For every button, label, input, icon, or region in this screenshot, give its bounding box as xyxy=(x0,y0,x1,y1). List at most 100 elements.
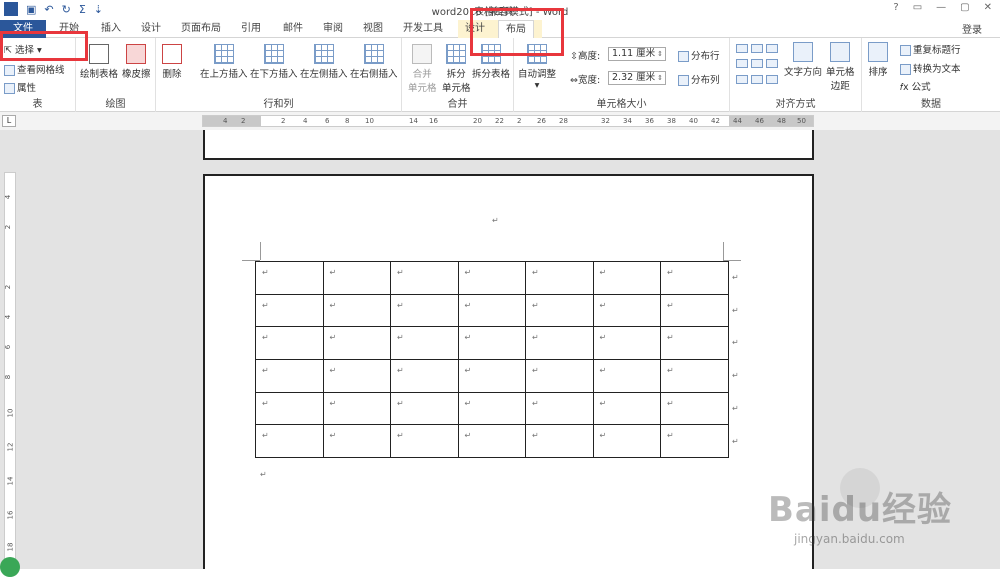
tab-review[interactable]: 审阅 xyxy=(318,20,348,38)
autofit-button[interactable]: 自动调整 ▾ xyxy=(518,44,556,91)
insert-below-button[interactable]: 在下方插入 xyxy=(250,44,298,80)
help-icon[interactable]: ? xyxy=(893,2,898,13)
table-cell[interactable]: ↵ xyxy=(525,261,594,295)
table-cell[interactable]: ↵ xyxy=(457,424,526,459)
table-cell[interactable]: ↵ xyxy=(592,424,661,459)
table-cell[interactable]: ↵ xyxy=(457,359,526,393)
table-cell[interactable]: ↵ xyxy=(322,391,391,426)
draw-table-button[interactable]: 绘制表格 xyxy=(80,44,118,80)
align-middle-left-icon[interactable] xyxy=(736,59,748,69)
align-top-center-icon[interactable] xyxy=(751,44,763,53)
text-direction-button[interactable]: 文字方向 xyxy=(784,42,822,78)
sort-button[interactable]: 排序 xyxy=(868,42,888,78)
split-cells-button[interactable]: 拆分 单元格 xyxy=(442,44,471,94)
spinner-icon[interactable]: ⇕ xyxy=(657,72,663,84)
merge-cells-button[interactable]: 合并 单元格 xyxy=(408,44,437,94)
table-cell[interactable]: ↵ xyxy=(255,424,324,459)
cell-margins-button[interactable]: 单元格 边距 xyxy=(826,42,855,92)
align-top-right-icon[interactable] xyxy=(766,44,778,53)
table-cell[interactable]: ↵ xyxy=(660,424,729,459)
table-cell[interactable]: ↵ xyxy=(390,424,459,459)
table-cell[interactable]: ↵ xyxy=(592,359,661,393)
table-cell[interactable]: ↵ xyxy=(592,391,661,426)
select-button[interactable]: ⇱ 选择 ▾ xyxy=(4,42,42,56)
tab-file[interactable]: 文件 xyxy=(0,20,46,38)
tab-table-layout[interactable]: 布局 xyxy=(498,20,534,38)
table-cell[interactable]: ↵ xyxy=(322,261,391,295)
table-cell[interactable]: ↵ xyxy=(592,326,661,361)
align-top-left-icon[interactable] xyxy=(736,44,748,53)
height-field[interactable]: 1.11 厘米 ⇕ xyxy=(608,47,666,61)
eraser-button[interactable]: 橡皮擦 xyxy=(122,44,151,80)
table-cell[interactable]: ↵ xyxy=(390,293,459,328)
table-cell[interactable]: ↵ xyxy=(525,326,594,361)
tab-mailings[interactable]: 邮件 xyxy=(278,20,308,38)
tab-developer[interactable]: 开发工具 xyxy=(398,20,448,38)
width-field[interactable]: 2.32 厘米 ⇕ xyxy=(608,71,666,85)
align-middle-right-icon[interactable] xyxy=(766,59,778,69)
table-cell[interactable]: ↵ xyxy=(457,261,526,295)
insert-right-button[interactable]: 在右侧插入 xyxy=(350,44,398,80)
table-cell[interactable]: ↵ xyxy=(592,261,661,295)
table-cell[interactable]: ↵ xyxy=(660,359,729,393)
insert-left-button[interactable]: 在左侧插入 xyxy=(300,44,348,80)
document-table[interactable]: ↵ ↵ ↵ ↵ ↵ ↵ ↵ ↵ ↵ ↵ ↵ ↵ ↵ ↵ ↵ ↵ ↵ ↵ ↵ ↵ ↵ ↵ ↵ ↵ ↵ ↵ ↵ ↵ ↵ ↵ ↵ ↵ ↵ ↵ ↵ ↵ ↵ ↵ ↵ ↵… xyxy=(255,261,729,459)
table-cell[interactable]: ↵ xyxy=(255,261,324,295)
table-cell[interactable]: ↵ xyxy=(390,359,459,393)
table-cell[interactable]: ↵ xyxy=(660,391,729,426)
align-bottom-center-icon[interactable] xyxy=(751,74,763,84)
table-cell[interactable]: ↵ xyxy=(660,293,729,328)
table-cell[interactable]: ↵ xyxy=(322,359,391,393)
tab-view[interactable]: 视图 xyxy=(358,20,388,38)
properties-button[interactable]: 属性 xyxy=(4,80,36,94)
distribute-columns-button[interactable]: 分布列 xyxy=(678,72,720,86)
sign-in-link[interactable]: 登录 xyxy=(962,21,982,36)
table-cell[interactable]: ↵ xyxy=(457,293,526,328)
table-cell[interactable]: ↵ xyxy=(255,326,324,361)
table-cell[interactable]: ↵ xyxy=(592,293,661,328)
horizontal-ruler[interactable]: 4 2 2 4 6 8 10 14 16 20 22 2 26 28 32 34… xyxy=(202,115,814,127)
distribute-rows-button[interactable]: 分布行 xyxy=(678,48,720,62)
formula-button[interactable]: 𝑓x 公式 xyxy=(900,79,931,93)
table-cell[interactable]: ↵ xyxy=(322,424,391,459)
table-cell[interactable]: ↵ xyxy=(255,359,324,393)
convert-to-text-button[interactable]: 转换为文本 xyxy=(900,61,961,75)
table-cell[interactable]: ↵ xyxy=(255,391,324,426)
tab-page-layout[interactable]: 页面布局 xyxy=(178,20,224,38)
align-bottom-right-icon[interactable] xyxy=(766,74,778,84)
table-cell[interactable]: ↵ xyxy=(660,326,729,361)
table-cell[interactable]: ↵ xyxy=(390,326,459,361)
table-cell[interactable]: ↵ xyxy=(660,261,729,295)
table-cell[interactable]: ↵ xyxy=(457,326,526,361)
tab-references[interactable]: 引用 xyxy=(236,20,266,38)
table-cell[interactable]: ↵ xyxy=(390,261,459,295)
previous-page[interactable] xyxy=(203,130,814,160)
table-cell[interactable]: ↵ xyxy=(322,326,391,361)
minimize-icon[interactable]: — xyxy=(936,2,946,13)
split-table-button[interactable]: 拆分表格 xyxy=(472,44,510,80)
view-gridlines-button[interactable]: 查看网格线 xyxy=(4,62,65,76)
spinner-icon[interactable]: ⇕ xyxy=(657,48,663,60)
vertical-ruler[interactable]: 4 2 2 4 6 8 10 12 14 16 18 xyxy=(4,172,16,569)
table-cell[interactable]: ↵ xyxy=(255,293,324,328)
table-cell[interactable]: ↵ xyxy=(525,424,594,459)
tab-home[interactable]: 开始 xyxy=(54,20,84,38)
ribbon-options-icon[interactable]: ▭ xyxy=(913,2,922,13)
tab-selector[interactable]: L xyxy=(2,115,16,127)
table-cell[interactable]: ↵ xyxy=(525,391,594,426)
align-center-icon[interactable] xyxy=(751,59,763,69)
table-cell[interactable]: ↵ xyxy=(525,293,594,328)
tab-table-design[interactable]: 设计 xyxy=(460,20,490,38)
table-cell[interactable]: ↵ xyxy=(322,293,391,328)
table-cell[interactable]: ↵ xyxy=(390,391,459,426)
tab-design[interactable]: 设计 xyxy=(136,20,166,38)
table-cell[interactable]: ↵ xyxy=(457,391,526,426)
tab-insert[interactable]: 插入 xyxy=(96,20,126,38)
maximize-icon[interactable]: ▢ xyxy=(960,2,969,13)
align-bottom-left-icon[interactable] xyxy=(736,74,748,84)
insert-above-button[interactable]: 在上方插入 xyxy=(200,44,248,80)
table-cell[interactable]: ↵ xyxy=(525,359,594,393)
delete-button[interactable]: 删除 xyxy=(162,44,182,80)
repeat-header-button[interactable]: 重复标题行 xyxy=(900,42,961,56)
close-icon[interactable]: ✕ xyxy=(984,2,992,13)
